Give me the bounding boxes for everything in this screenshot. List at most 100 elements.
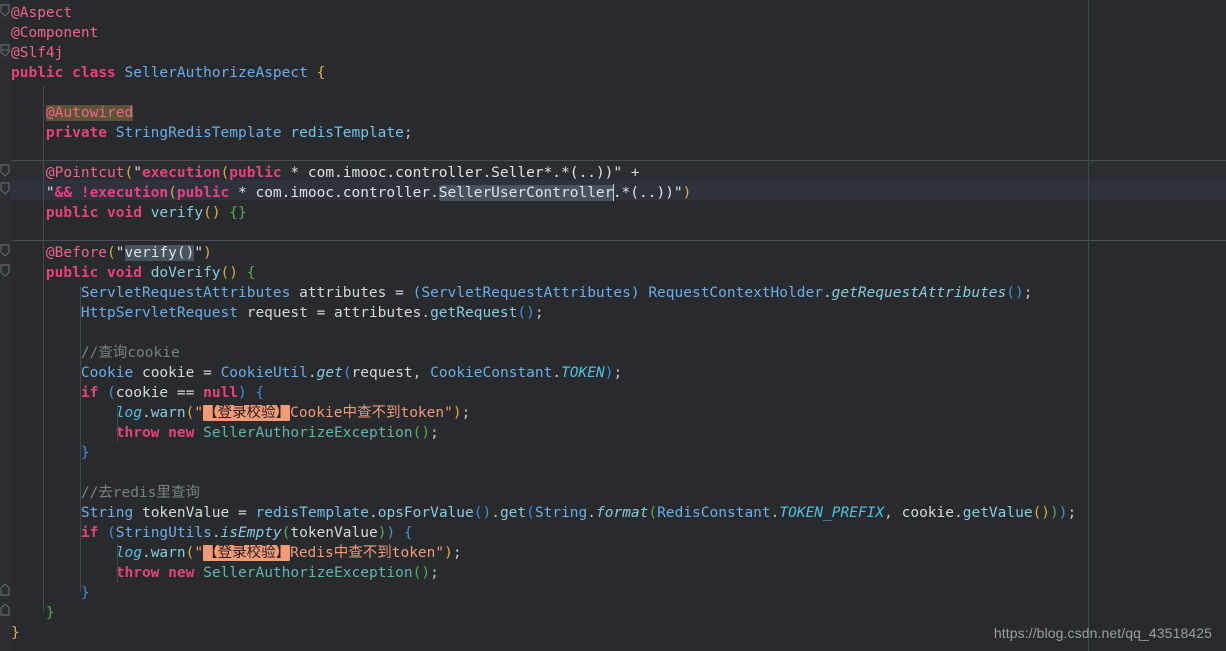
code-line-22[interactable]: throw new SellerAuthorizeException(); <box>0 423 1226 443</box>
code-line-14[interactable]: public void doVerify() { <box>0 263 1226 283</box>
fold-marker-class[interactable] <box>0 4 11 17</box>
pointcut-paren: ( <box>168 185 177 201</box>
keyword-if: if <box>80 525 99 541</box>
code-line-26[interactable]: String tokenValue = redisTemplate.opsFor… <box>0 503 1226 523</box>
code-line-3[interactable]: @Slf4j <box>0 43 1226 63</box>
type-servlet-request-attributes: ServletRequestAttributes <box>80 285 291 301</box>
keyword-null: null <box>203 385 239 401</box>
comment-query-redis: //去redis里查询 <box>80 485 200 501</box>
code-line-28[interactable]: log.warn("【登录校验】Redis中查不到token"); <box>0 543 1226 563</box>
paren-close: ) <box>238 385 247 401</box>
paren-open: ( <box>342 365 352 381</box>
code-line-13[interactable]: @Before("verify()") <box>0 243 1226 263</box>
method-name-verify: verify <box>150 205 204 221</box>
ctor-parens: () <box>412 565 431 581</box>
code-line-29[interactable]: throw new SellerAuthorizeException(); <box>0 563 1226 583</box>
paren-open: ( <box>648 505 658 521</box>
fold-marker-end-class[interactable] <box>0 604 11 617</box>
code-line-10[interactable]: "&& !execution(public * com.imooc.contro… <box>0 183 1226 203</box>
keyword-private: private <box>45 125 108 141</box>
semicolon: ; <box>461 405 471 421</box>
fold-gutter[interactable] <box>0 0 11 651</box>
type-cookie: Cookie <box>80 365 134 381</box>
code-line-19[interactable]: Cookie cookie = CookieUtil.get(request, … <box>0 363 1226 383</box>
var-attributes: attributes <box>299 285 387 301</box>
logger-log: log <box>115 405 142 421</box>
code-line-25[interactable]: //去redis里查询 <box>0 483 1226 503</box>
brace-open-method: { <box>246 265 256 281</box>
call-format: format <box>596 505 649 521</box>
semicolon: ; <box>430 425 439 441</box>
code-line-1[interactable]: @Aspect <box>0 3 1226 23</box>
pointcut-public: public <box>176 185 230 201</box>
pointcut-ref-highlight[interactable]: verify() <box>124 245 195 261</box>
code-line-27[interactable]: if (StringUtils.isEmpty(tokenValue)) { <box>0 523 1226 543</box>
call-parens: () <box>1006 285 1024 301</box>
fold-marker-pointcut-2[interactable] <box>0 182 11 195</box>
code-surface[interactable]: @Aspect @Component @Slf4j public class S… <box>0 0 1226 651</box>
semicolon: ; <box>430 565 439 581</box>
call-parens: () <box>473 505 492 521</box>
brace-open-if: { <box>403 525 413 541</box>
fold-marker-pointcut[interactable] <box>0 164 11 177</box>
code-line-30[interactable]: } <box>0 583 1226 603</box>
code-line-20[interactable]: if (cookie == null) { <box>0 383 1226 403</box>
code-line-7[interactable]: private StringRedisTemplate redisTemplat… <box>0 123 1226 143</box>
quote-close: " <box>435 545 445 561</box>
exception-seller-authorize: SellerAuthorizeException <box>203 565 413 581</box>
class-cookie-constant: CookieConstant <box>430 365 553 381</box>
fold-marker-doverify[interactable] <box>0 264 11 277</box>
assign-operator: = <box>203 365 212 381</box>
region-separator-middle <box>0 240 1088 241</box>
code-line-11[interactable]: public void verify() {} <box>0 203 1226 223</box>
var-request: request <box>246 305 308 321</box>
call-get: get <box>499 505 527 521</box>
fold-marker-before[interactable] <box>0 244 11 257</box>
fold-marker-end-method[interactable] <box>0 584 11 597</box>
dot: . <box>307 365 317 381</box>
comment-query-cookie: //查询cookie <box>80 345 180 361</box>
keyword-void: void <box>107 205 142 221</box>
code-line-6[interactable]: @Autowired <box>0 103 1226 123</box>
code-line-21[interactable]: log.warn("【登录校验】Cookie中查不到token"); <box>0 403 1226 423</box>
code-line-4[interactable]: public class SellerAuthorizeAspect { <box>0 63 1226 83</box>
semicolon: ; <box>452 545 462 561</box>
selected-class-reference[interactable]: SellerUserController <box>438 185 614 201</box>
fold-marker-slf4j[interactable] <box>0 44 11 57</box>
method-empty-body: {} <box>229 205 247 221</box>
code-editor[interactable]: @Aspect @Component @Slf4j public class S… <box>0 0 1226 651</box>
code-line-31[interactable]: } <box>0 603 1226 623</box>
call-warn: warn <box>150 405 186 421</box>
code-line-16[interactable]: HttpServletRequest request = attributes.… <box>0 303 1226 323</box>
code-line-15[interactable]: ServletRequestAttributes attributes = (S… <box>0 283 1226 303</box>
region-separator-top <box>0 160 1088 161</box>
code-line-18[interactable]: //查询cookie <box>0 343 1226 363</box>
quote-close: " <box>673 185 683 201</box>
paren-close: ) <box>452 405 462 421</box>
code-line-23[interactable]: } <box>0 443 1226 463</box>
constant-token-prefix: TOKEN_PREFIX <box>779 505 885 521</box>
code-line-9[interactable]: @Pointcut("execution(public * com.imooc.… <box>0 163 1226 183</box>
code-line-2[interactable]: @Component <box>0 23 1226 43</box>
annotation-slf4j: @Slf4j <box>11 45 64 61</box>
